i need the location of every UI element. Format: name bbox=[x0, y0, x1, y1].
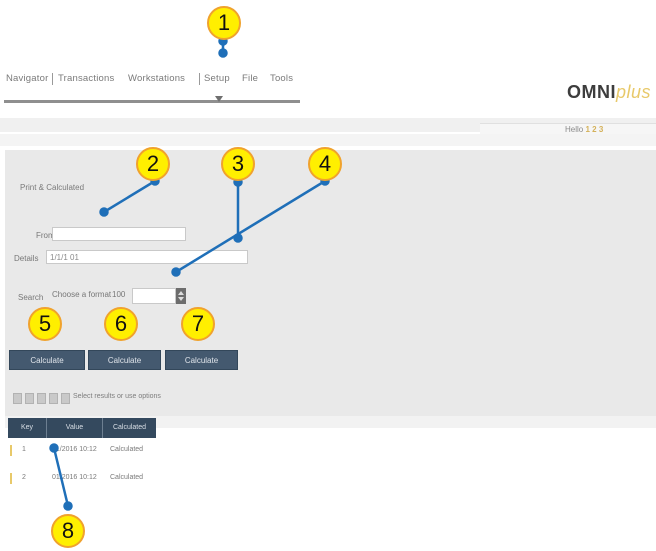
callout-leaders bbox=[49, 36, 330, 511]
leader-line-2 bbox=[103, 179, 156, 214]
leader-dot-8 bbox=[49, 443, 59, 453]
callout-badge-7: 7 bbox=[181, 307, 215, 341]
callout-badge-3: 3 bbox=[221, 147, 255, 181]
leader-line-4 bbox=[175, 179, 326, 274]
leader-dot-1b bbox=[218, 48, 228, 58]
leader-dot-8b bbox=[63, 501, 73, 511]
leader-line-8 bbox=[52, 447, 70, 507]
callout-badge-4: 4 bbox=[308, 147, 342, 181]
callout-badge-8: 8 bbox=[51, 514, 85, 548]
callout-badge-5: 5 bbox=[28, 307, 62, 341]
leader-dot-4b bbox=[171, 267, 181, 277]
callout-badge-6: 6 bbox=[104, 307, 138, 341]
callout-badge-2: 2 bbox=[136, 147, 170, 181]
leader-dot-2b bbox=[99, 207, 109, 217]
callout-badge-1: 1 bbox=[207, 6, 241, 40]
